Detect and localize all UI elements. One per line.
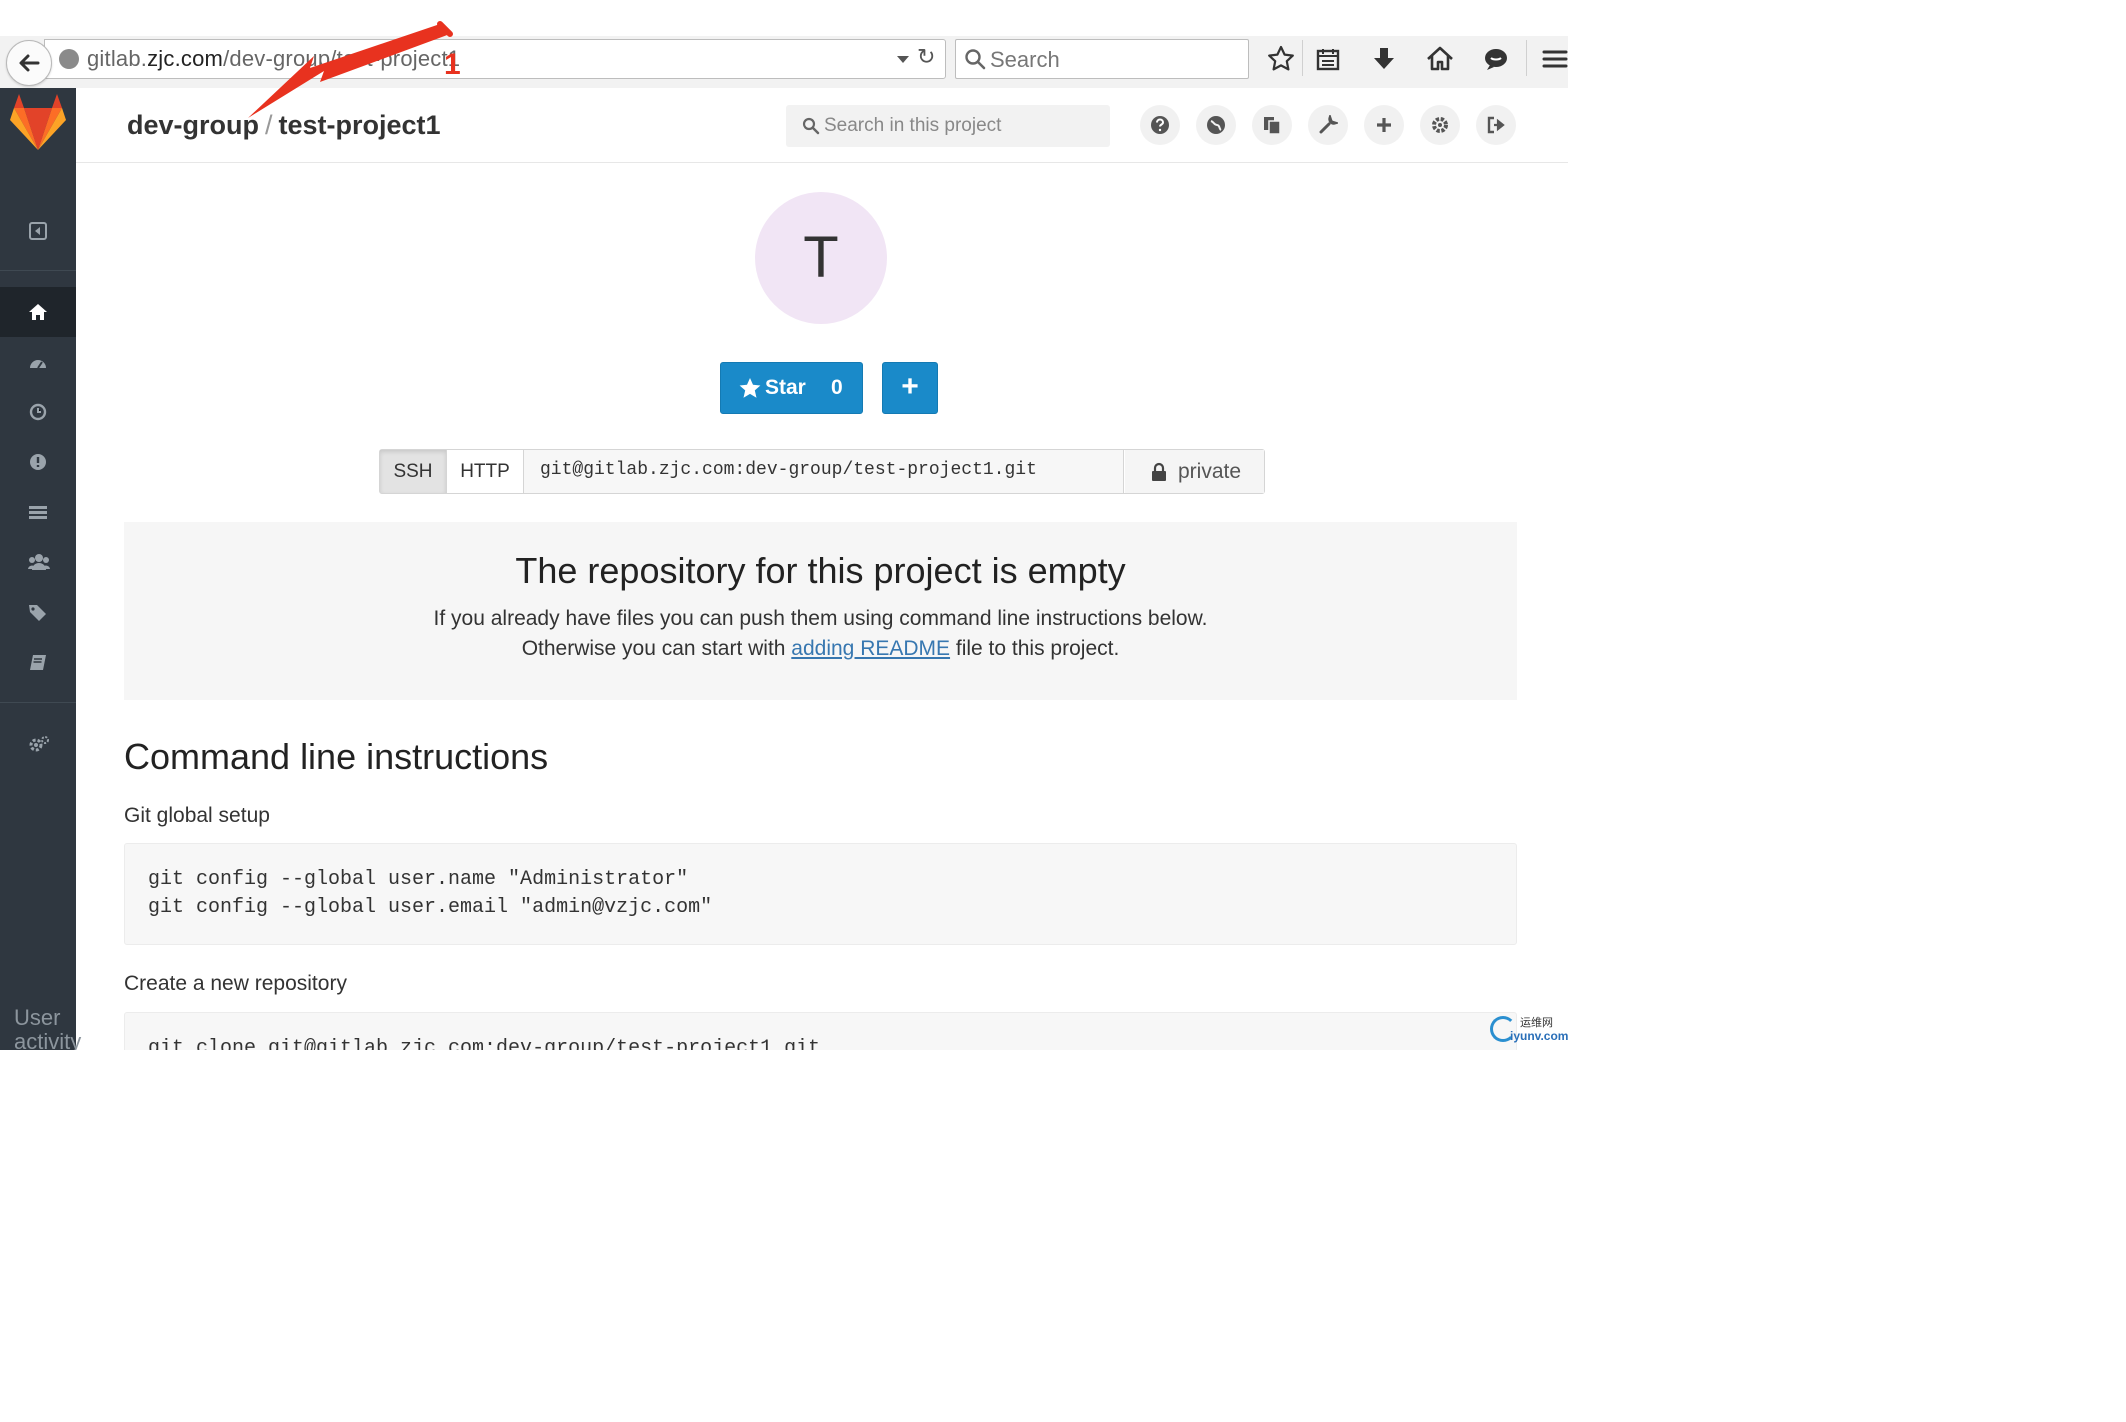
watermark-logo: 运维网 iyunv.com	[1490, 1014, 1568, 1046]
clone-url-group: SSH HTTP git@gitlab.zjc.com:dev-group/te…	[379, 449, 1265, 494]
globe-icon	[59, 49, 79, 69]
annotation-number: 1	[444, 48, 461, 81]
clock-icon	[29, 403, 47, 421]
project-header: dev-group / test-project1 Search in this p…	[76, 88, 1568, 163]
wrench-icon	[1319, 115, 1338, 134]
visibility-label: private	[1178, 460, 1242, 483]
visibility-badge: private	[1125, 450, 1264, 493]
users-icon	[28, 554, 50, 570]
sidebar-item-settings[interactable]	[0, 719, 76, 769]
new-repository-code: git clone git@gitlab.zjc.com:dev-group/t…	[124, 1012, 1517, 1050]
new-project-button[interactable]	[1364, 105, 1404, 145]
home-icon	[29, 304, 47, 320]
browser-search-input[interactable]: Search	[955, 39, 1249, 79]
cogs-icon	[29, 736, 49, 752]
project-search-input[interactable]: Search in this project	[786, 105, 1110, 147]
instructions-title: Command line instructions	[124, 736, 549, 777]
reading-list-icon[interactable]	[1313, 44, 1343, 74]
gitlab-sidebar: User activity	[0, 88, 81, 1050]
menu-icon[interactable]	[1540, 44, 1568, 74]
bookmark-star-icon[interactable]	[1266, 44, 1296, 74]
reload-icon[interactable]: ↻	[917, 44, 935, 70]
breadcrumb-project[interactable]: test-project1	[279, 110, 441, 140]
download-icon[interactable]	[1369, 44, 1399, 74]
add-dropdown-button[interactable]: +	[882, 362, 938, 414]
screenshot-stage: gitlab.zjc.com/dev-group/test-project1 ↻…	[0, 0, 1568, 1050]
sidebar-item-issues[interactable]	[0, 437, 76, 487]
sidebar-item-labels[interactable]	[0, 588, 76, 638]
code-line: git config --global user.email "admin@vz…	[148, 896, 713, 919]
collapse-icon	[29, 222, 47, 240]
sidebar-divider	[0, 270, 76, 271]
chat-icon[interactable]	[1481, 44, 1511, 74]
sidebar-item-activity[interactable]	[0, 387, 76, 437]
ssh-toggle-button[interactable]: SSH	[380, 450, 447, 493]
url-dropdown-icon[interactable]	[897, 56, 909, 63]
list-icon	[29, 506, 47, 519]
sidebar-user-activity[interactable]: User activity	[14, 1006, 81, 1051]
sidebar-item-dashboard[interactable]	[0, 338, 76, 388]
explore-button[interactable]	[1196, 105, 1236, 145]
new-repository-title: Create a new repository	[124, 972, 347, 995]
sidebar-item-collapse[interactable]	[0, 206, 76, 256]
browser-titlebar	[0, 0, 1568, 36]
snippets-button[interactable]	[1252, 105, 1292, 145]
search-icon	[965, 49, 986, 70]
browser-navbar: gitlab.zjc.com/dev-group/test-project1 ↻…	[0, 36, 1568, 89]
question-icon	[1151, 116, 1169, 134]
sign-out-button[interactable]	[1476, 105, 1516, 145]
project-avatar: T	[755, 192, 887, 324]
star-label: Star	[765, 376, 806, 399]
star-icon	[739, 378, 761, 398]
gitlab-fox-icon	[10, 94, 66, 150]
help-button[interactable]	[1140, 105, 1180, 145]
star-count: 0	[831, 376, 843, 399]
globe-icon	[1207, 116, 1225, 134]
star-button[interactable]: Star 0	[720, 362, 863, 414]
browser-search-placeholder: Search	[990, 47, 1060, 72]
tags-icon	[29, 605, 46, 621]
empty-repository-line1: If you already have files you can push t…	[433, 607, 1208, 630]
code-line: git clone git@gitlab.zjc.com:dev-group/t…	[148, 1037, 821, 1050]
breadcrumb: dev-group / test-project1	[127, 110, 441, 141]
http-toggle-button[interactable]: HTTP	[447, 450, 524, 493]
global-setup-title: Git global setup	[124, 804, 270, 827]
empty-repository-title: The repository for this project is empty	[515, 550, 1126, 591]
gear-icon	[1432, 117, 1448, 133]
toolbar-separator	[1302, 40, 1303, 76]
clone-url-input[interactable]: git@gitlab.zjc.com:dev-group/test-projec…	[524, 450, 1124, 493]
profile-settings-button[interactable]	[1420, 105, 1460, 145]
sidebar-item-merge-requests[interactable]	[0, 487, 76, 537]
home-icon[interactable]	[1425, 44, 1455, 74]
code-line: git config --global user.name "Administr…	[148, 868, 689, 891]
book-icon	[30, 655, 46, 670]
breadcrumb-group[interactable]: dev-group	[127, 110, 259, 140]
empty-repository-notice: The repository for this project is empty…	[124, 522, 1517, 700]
watermark-top-text: 运维网	[1520, 1017, 1553, 1029]
url-text[interactable]: gitlab.zjc.com/dev-group/test-project1	[87, 46, 460, 72]
empty-repository-line2: Otherwise you can start with adding READ…	[521, 637, 1120, 660]
lock-icon	[1152, 462, 1166, 481]
back-arrow-icon	[19, 54, 40, 72]
back-button[interactable]	[6, 40, 52, 86]
global-setup-code: git config --global user.name "Administr…	[124, 843, 1517, 945]
exclamation-icon	[30, 454, 46, 470]
gitlab-logo[interactable]	[0, 88, 76, 162]
copy-icon	[1264, 117, 1281, 135]
add-readme-link[interactable]: adding README	[791, 637, 950, 660]
admin-button[interactable]	[1308, 105, 1348, 145]
url-bar[interactable]: gitlab.zjc.com/dev-group/test-project1 ↻	[44, 39, 946, 79]
watermark-bottom-text: iyunv.com	[1510, 1029, 1568, 1043]
project-search-placeholder: Search in this project	[824, 115, 1002, 136]
sidebar-divider	[0, 702, 76, 703]
toolbar-separator	[1526, 40, 1527, 76]
breadcrumb-separator: /	[265, 110, 273, 140]
dashboard-icon	[30, 360, 46, 369]
sidebar-item-project[interactable]	[0, 287, 76, 337]
sign-out-icon	[1487, 116, 1505, 134]
sidebar-item-members[interactable]	[0, 537, 76, 587]
sidebar-item-wiki[interactable]	[0, 638, 76, 688]
search-icon	[802, 117, 820, 135]
plus-icon	[1377, 118, 1391, 132]
